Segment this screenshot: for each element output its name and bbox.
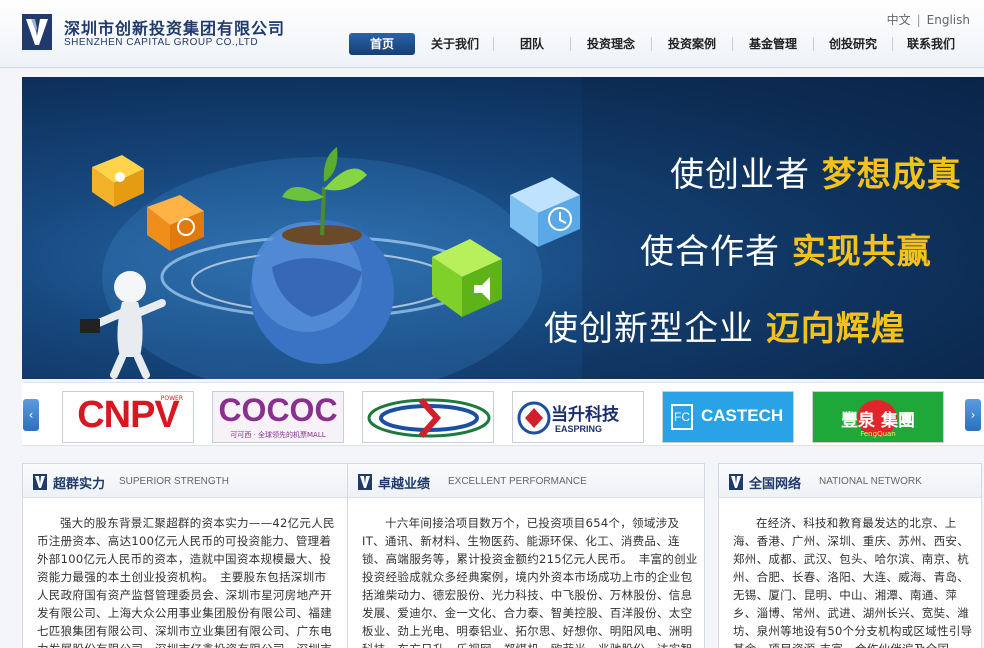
panel-title[interactable]: 超群实力 [53, 473, 105, 492]
panel-header: 全国网络 NATIONAL NETWORK [719, 464, 981, 498]
panel-body-text: 十六年间接洽项目数万个，已投资项目654个，领域涉及IT、通讯、新材料、生物医药… [362, 516, 698, 648]
slogan-line-2: 使合作者 实现共赢 [640, 232, 932, 272]
logo-small-icon [358, 474, 372, 490]
panel-subtitle: EXCELLENT PERFORMANCE [448, 476, 587, 487]
partner-logo-cococ[interactable]: COCOC 可可西 · 全球领先的机票MALL [212, 391, 344, 443]
hero-banner[interactable]: 使创业者 梦想成真 使合作者 实现共赢 使创新型企业 迈向辉煌 [22, 77, 984, 379]
partner-logo-small: POWER [160, 395, 183, 402]
lang-separator: | [916, 13, 921, 27]
panel-superior-strength: 超群实力 SUPERIOR STRENGTH 强大的股东背景汇聚超群的资本实力—… [22, 463, 380, 648]
nav-about[interactable]: 关于我们 [417, 33, 493, 55]
logo-small-icon [33, 474, 47, 490]
partner-logo-castech[interactable]: FC CASTECH [662, 391, 794, 443]
language-switcher: 中文 | English [887, 11, 970, 28]
panel-body-text: 在经济、科技和教育最发达的北京、上海、香港、广州、深圳、重庆、苏州、西安、郑州、… [733, 516, 973, 648]
swoosh-logo-icon [367, 398, 491, 438]
panel-body-text: 强大的股东背景汇聚超群的资本实力——42亿元人民币注册资本、高达100亿元人民币… [37, 516, 335, 648]
panel-title[interactable]: 卓越业绩 [378, 473, 430, 492]
brand-name-en: SHENZHEN CAPITAL GROUP CO.,LTD [64, 37, 259, 48]
nav-funds[interactable]: 基金管理 [733, 33, 813, 55]
partner-logo-small: FengQuan [860, 430, 896, 438]
easpring-emblem-icon [517, 401, 551, 435]
panel-subtitle: NATIONAL NETWORK [819, 476, 922, 487]
partner-logo-easpring[interactable]: 当升科技 EASPRING [512, 391, 644, 443]
partner-logo-cnpv[interactable]: CNPV POWER [62, 391, 194, 443]
main-nav: 首页 关于我们 团队 投资理念 投资案例 基金管理 创投研究 联系我们 [349, 33, 969, 55]
panel-excellent-performance: 卓越业绩 EXCELLENT PERFORMANCE 十六年间接洽项目数万个，已… [347, 463, 705, 648]
nav-philosophy[interactable]: 投资理念 [571, 33, 651, 55]
panel-title[interactable]: 全国网络 [749, 473, 801, 492]
brand-name-cn[interactable]: 深圳市创新投资集团有限公司 [64, 15, 285, 39]
slogan-highlight: 迈向辉煌 [765, 309, 906, 349]
partner-logo-text: 当升科技 [551, 405, 619, 425]
yellow-cube-icon [92, 155, 144, 207]
nav-cases[interactable]: 投资案例 [652, 33, 732, 55]
panel-subtitle: SUPERIOR STRENGTH [119, 476, 230, 487]
partner-logo-text: 豐泉 集團 [841, 411, 915, 431]
logo-icon[interactable] [22, 14, 52, 50]
lang-cn-link[interactable]: 中文 [887, 13, 911, 27]
carousel-next-button[interactable]: › [965, 399, 981, 431]
slogan-highlight: 实现共赢 [791, 232, 932, 272]
slogan-highlight: 梦想成真 [821, 155, 962, 195]
partner-logo-text: CASTECH [701, 406, 784, 425]
partner-logo-small: EASPRING [555, 424, 603, 434]
logo-small-icon [729, 474, 743, 490]
slogan-line-1: 使创业者 梦想成真 [670, 155, 962, 195]
castech-emblem-icon: FC [671, 404, 693, 430]
panel-header: 超群实力 SUPERIOR STRENGTH [23, 464, 379, 498]
lang-en-link[interactable]: English [927, 13, 970, 27]
carousel-prev-button[interactable]: ‹ [23, 399, 39, 431]
nav-contact[interactable]: 联系我们 [893, 33, 969, 55]
partner-logo-swoosh[interactable] [362, 391, 494, 443]
nav-team[interactable]: 团队 [494, 33, 570, 55]
site-header: 深圳市创新投资集团有限公司 SHENZHEN CAPITAL GROUP CO.… [0, 0, 984, 68]
partner-logo-text: COCOC [218, 392, 338, 428]
nav-research[interactable]: 创投研究 [814, 33, 892, 55]
partner-logo-small: 可可西 · 全球领先的机票MALL [230, 431, 326, 439]
partner-logo-carousel: ‹ CNPV POWER COCOC 可可西 · 全球领先的机票MALL 当升科… [22, 382, 984, 446]
panel-national-network: 全国网络 NATIONAL NETWORK 在经济、科技和教育最发达的北京、上海… [718, 463, 982, 648]
nav-home[interactable]: 首页 [349, 33, 415, 55]
panel-header: 卓越业绩 EXCELLENT PERFORMANCE [348, 464, 704, 498]
partner-logo-fengquan[interactable]: 豐泉 集團 FengQuan [812, 391, 944, 443]
slogan-line-3: 使创新型企业 迈向辉煌 [544, 309, 906, 349]
